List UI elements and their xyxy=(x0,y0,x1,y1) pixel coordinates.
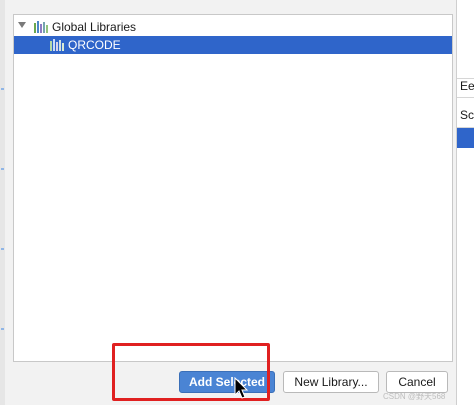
triangle-down-icon[interactable] xyxy=(18,22,26,28)
background-cell: Sc xyxy=(457,108,474,128)
edge-tick xyxy=(1,168,4,170)
library-icon xyxy=(34,21,48,33)
new-library-button[interactable]: New Library... xyxy=(283,371,379,393)
background-cell: Ee xyxy=(457,78,474,98)
library-tree[interactable]: Global Libraries QRCODE xyxy=(13,14,453,362)
choose-libraries-dialog: Global Libraries QRCODE Add Selected New… xyxy=(5,0,453,405)
edge-tick xyxy=(1,328,4,330)
cancel-button[interactable]: Cancel xyxy=(386,371,448,393)
add-selected-button[interactable]: Add Selected xyxy=(179,371,275,393)
background-selection-bar xyxy=(457,128,474,148)
tree-node-label: QRCODE xyxy=(68,38,121,52)
watermark: CSDN @野天568 xyxy=(383,392,446,401)
edge-tick xyxy=(1,88,4,90)
background-window-panel: Ee Sc xyxy=(456,0,474,405)
tree-node-global-libraries[interactable]: Global Libraries xyxy=(14,18,452,36)
tree-node-qrcode[interactable]: QRCODE xyxy=(14,36,452,54)
edge-tick xyxy=(1,248,4,250)
mouse-pointer-icon xyxy=(234,377,249,399)
library-icon xyxy=(50,39,64,51)
tree-node-label: Global Libraries xyxy=(52,20,137,34)
